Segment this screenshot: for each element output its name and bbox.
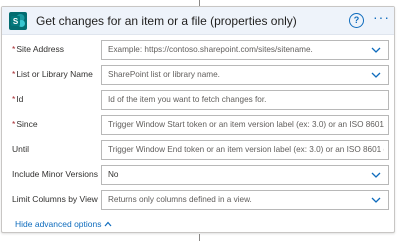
field-label-text: Since	[16, 119, 38, 129]
required-marker: *	[12, 94, 16, 104]
required-marker: *	[12, 119, 16, 129]
action-title: Get changes for an item or a file (prope…	[36, 14, 297, 28]
field-label-text: Include Minor Versions	[12, 169, 98, 179]
required-marker: *	[12, 44, 16, 54]
field-row-until: Until Trigger Window End token or an ite…	[2, 140, 394, 160]
field-label: *Since	[12, 119, 38, 129]
field-label-text: List or Library Name	[16, 69, 93, 79]
field-row-list-name: *List or Library Name SharePoint list or…	[2, 65, 394, 85]
field-label: Limit Columns by View	[12, 194, 98, 204]
field-row-limit-columns: Limit Columns by View Returns only colum…	[2, 190, 394, 210]
field-row-include-minor: Include Minor Versions No	[2, 165, 394, 185]
hide-advanced-options-link[interactable]: Hide advanced options	[15, 219, 112, 229]
help-icon[interactable]: ?	[349, 13, 364, 28]
field-label: *Site Address	[12, 44, 64, 54]
chevron-down-icon[interactable]	[371, 45, 381, 55]
advanced-label: Hide advanced options	[15, 219, 102, 229]
chevron-down-icon[interactable]	[371, 70, 381, 80]
since-input[interactable]: Trigger Window Start token or an item ve…	[101, 115, 389, 135]
include-minor-versions-dropdown[interactable]: No	[101, 165, 389, 185]
field-label-text: Site Address	[16, 44, 65, 54]
action-card: S Get changes for an item or a file (pro…	[1, 6, 395, 233]
field-value: No	[108, 170, 119, 179]
site-address-dropdown[interactable]: Example: https://contoso.sharepoint.com/…	[101, 40, 389, 60]
chevron-up-icon	[105, 221, 112, 227]
field-placeholder: Trigger Window End token or an item vers…	[108, 145, 384, 154]
limit-columns-dropdown[interactable]: Returns only columns defined in a view.	[101, 190, 389, 210]
field-placeholder: Returns only columns defined in a view.	[108, 195, 252, 204]
field-label: Until	[12, 144, 29, 154]
chevron-down-icon[interactable]	[371, 195, 381, 205]
action-header[interactable]: S Get changes for an item or a file (pro…	[2, 7, 394, 35]
field-label: Include Minor Versions	[12, 169, 98, 179]
field-label-text: Until	[12, 144, 30, 154]
field-label-text: Limit Columns by View	[12, 194, 98, 204]
field-label: *List or Library Name	[12, 69, 93, 79]
flow-connector-bottom	[199, 234, 200, 241]
svg-text:S: S	[13, 17, 19, 26]
until-input[interactable]: Trigger Window End token or an item vers…	[101, 140, 389, 160]
field-placeholder: Id of the item you want to fetch changes…	[108, 95, 267, 104]
field-placeholder: SharePoint list or library name.	[108, 70, 220, 79]
more-options-icon[interactable]: ···	[373, 10, 389, 27]
required-marker: *	[12, 69, 16, 79]
field-row-id: *Id Id of the item you want to fetch cha…	[2, 90, 394, 110]
sharepoint-logo: S	[9, 12, 27, 30]
field-placeholder: Example: https://contoso.sharepoint.com/…	[108, 45, 313, 54]
field-row-since: *Since Trigger Window Start token or an …	[2, 115, 394, 135]
list-name-dropdown[interactable]: SharePoint list or library name.	[101, 65, 389, 85]
id-input[interactable]: Id of the item you want to fetch changes…	[101, 90, 389, 110]
field-label: *Id	[12, 94, 23, 104]
chevron-down-icon[interactable]	[371, 170, 381, 180]
field-row-site-address: *Site Address Example: https://contoso.s…	[2, 40, 394, 60]
field-placeholder: Trigger Window Start token or an item ve…	[108, 120, 384, 129]
field-label-text: Id	[16, 94, 24, 104]
